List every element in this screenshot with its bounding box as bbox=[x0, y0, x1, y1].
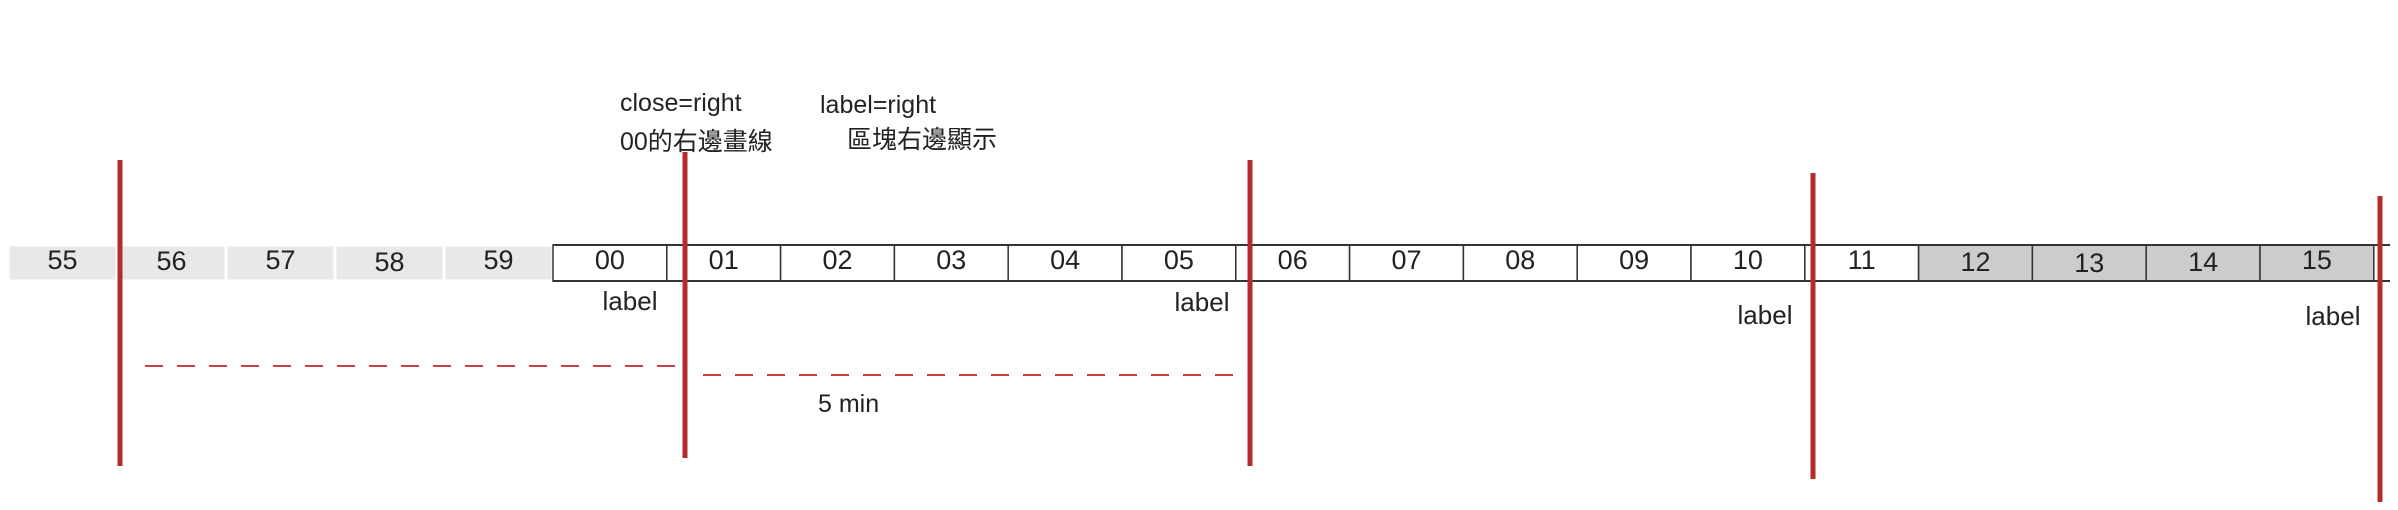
minute-cell-label: 09 bbox=[1619, 245, 1649, 275]
interval-label: 5 min bbox=[818, 390, 879, 418]
minute-cell: 12 bbox=[1917, 244, 2034, 282]
minute-cell: 02 bbox=[779, 244, 896, 282]
boundary: label bbox=[1175, 160, 1253, 466]
boundary: label bbox=[603, 152, 688, 458]
minute-cell: 55 bbox=[6, 243, 119, 283]
minute-cell-label: 02 bbox=[822, 245, 852, 275]
minute-cell: 13 bbox=[2031, 244, 2147, 282]
minute-cell-label: 11 bbox=[1848, 245, 1876, 275]
minute-cell-label: 13 bbox=[2074, 248, 2104, 278]
minute-cell-label: 15 bbox=[2302, 245, 2332, 275]
minute-cell-label: 07 bbox=[1391, 245, 1421, 275]
minute-cell-label: 57 bbox=[265, 245, 295, 275]
timeline-diagram: 55 56 57 58 59 00 01 02 03 04 05 06 07 08 09 10 11 12 13 14… bbox=[6, 152, 2390, 502]
label-description: 區塊右邊顯示 bbox=[847, 126, 998, 154]
minute-cell: 57 bbox=[224, 243, 337, 283]
interval-dashes bbox=[145, 365, 1240, 376]
minute-cell: 11 bbox=[1804, 244, 1920, 282]
minute-cell-label: 10 bbox=[1733, 245, 1763, 275]
minute-cell-label: 55 bbox=[47, 245, 77, 275]
minute-cell-label: 03 bbox=[936, 245, 966, 275]
minute-cell-label: 00 bbox=[595, 245, 625, 275]
minute-cell-label: 56 bbox=[156, 246, 186, 276]
minute-cell-label: 59 bbox=[483, 245, 513, 275]
minute-cell-label: 14 bbox=[2188, 247, 2218, 277]
minute-cell: 05 bbox=[1121, 244, 1237, 282]
minute-cell: 00 bbox=[552, 244, 668, 282]
boundary-label: label bbox=[1738, 300, 1793, 330]
minute-cell: 08 bbox=[1462, 244, 1578, 282]
minute-cell-label: 08 bbox=[1505, 245, 1535, 275]
label-title: label=right bbox=[820, 91, 937, 119]
close-description: 00的右邊畫線 bbox=[620, 128, 773, 156]
boundary: label bbox=[1738, 173, 1816, 479]
minute-cell: 14 bbox=[2145, 244, 2261, 282]
boundary-label: label bbox=[1175, 287, 1230, 317]
minute-cell: 56 bbox=[115, 243, 228, 283]
minute-cell: 10 bbox=[1690, 244, 1806, 282]
minute-cell: 15 bbox=[2259, 244, 2375, 282]
minute-cell: 59 bbox=[442, 243, 555, 283]
minute-cells: 55 56 57 58 59 00 01 02 03 04 05 06 07 08 09 10 11 12 13 14… bbox=[6, 243, 2390, 283]
boundary-label: label bbox=[2306, 301, 2361, 331]
boundary-label: label bbox=[603, 286, 658, 316]
minute-cell-label: 58 bbox=[374, 247, 404, 277]
boundary: label bbox=[2306, 196, 2383, 502]
minute-cell-label: 05 bbox=[1164, 245, 1194, 275]
close-title: close=right bbox=[620, 89, 742, 117]
minute-cell: 03 bbox=[893, 244, 1009, 282]
minute-cell: 07 bbox=[1348, 244, 1465, 282]
minute-cell-label: 12 bbox=[1960, 247, 1990, 277]
minute-cell-label: 06 bbox=[1278, 245, 1308, 275]
minute-cell: 58 bbox=[333, 243, 446, 283]
minute-cell: 04 bbox=[1007, 244, 1123, 282]
minute-cell-label: 01 bbox=[709, 245, 739, 275]
minute-cell-label: 04 bbox=[1050, 245, 1080, 275]
minute-cell: 06 bbox=[1235, 244, 1351, 282]
boundary-lines: label label label label bbox=[117, 152, 2383, 502]
minute-cell: 09 bbox=[1576, 244, 1692, 282]
